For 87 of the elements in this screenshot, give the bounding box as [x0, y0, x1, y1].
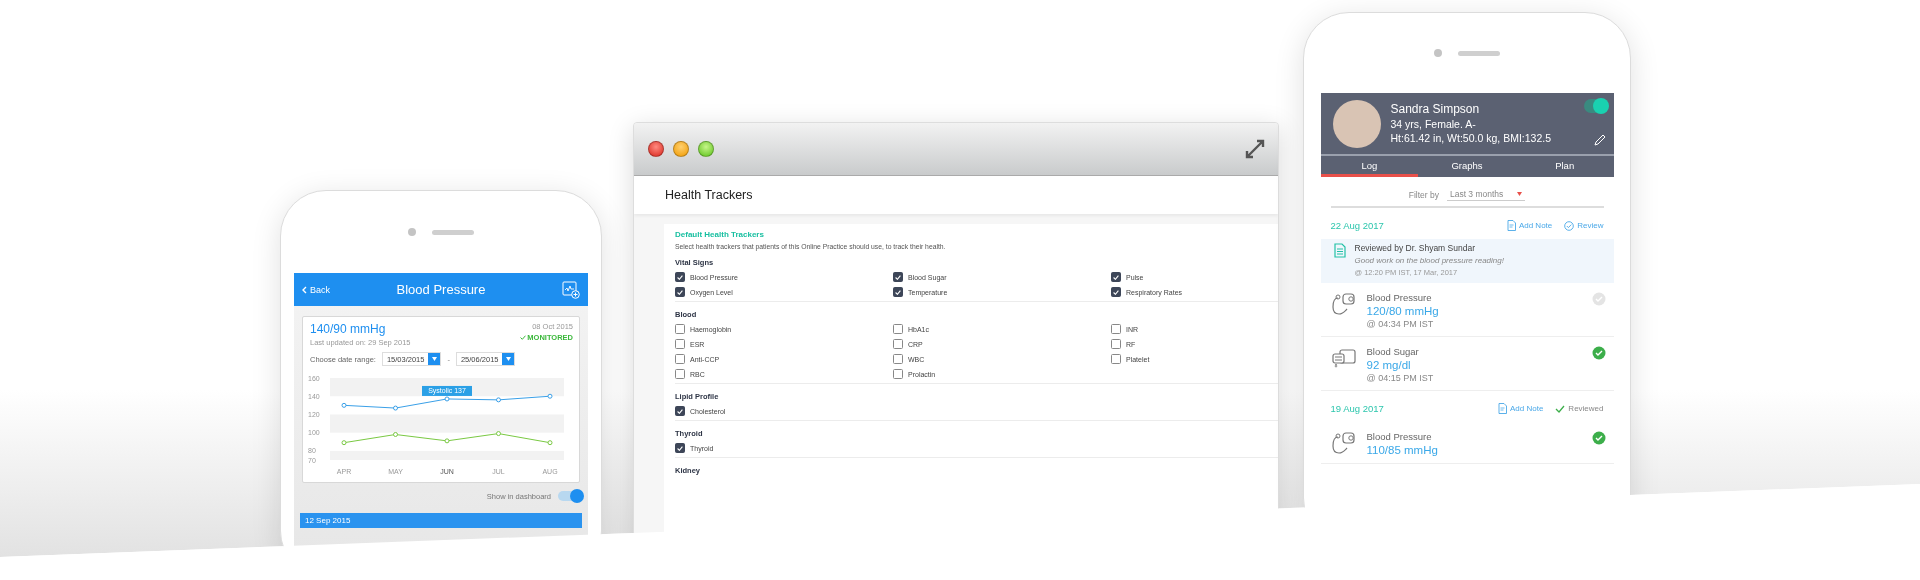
- toggle-switch[interactable]: [558, 491, 582, 501]
- checkbox[interactable]: [1111, 339, 1121, 349]
- filter-label: Filter by: [1408, 190, 1439, 200]
- blood-pressure-monitor-icon: [1330, 431, 1357, 455]
- reading-value: 110/85 mmHg: [1366, 444, 1439, 456]
- glucose-meter-icon: [1330, 346, 1357, 370]
- checkbox[interactable]: [893, 339, 903, 349]
- check-icon: [520, 335, 527, 340]
- chart-add-icon[interactable]: [562, 280, 580, 299]
- dropdown-button[interactable]: [428, 353, 441, 365]
- speaker: [432, 229, 474, 235]
- checkbox[interactable]: [893, 324, 903, 334]
- back-link[interactable]: Back: [302, 284, 362, 295]
- section-title: Default Health Trackers: [675, 230, 765, 239]
- checkbox[interactable]: [893, 287, 903, 297]
- reading-time: @ 04:34 PM IST: [1366, 319, 1435, 329]
- checkbox[interactable]: [893, 369, 903, 379]
- expand-icon[interactable]: [1244, 138, 1266, 160]
- patient-measures: Ht:61.42 in, Wt:50.0 kg, BMI:132.5: [1390, 132, 1551, 144]
- reading-name: Blood Pressure: [1366, 292, 1433, 303]
- reading-name: Blood Pressure: [1366, 431, 1433, 442]
- note-add-icon: [1506, 220, 1516, 231]
- reading-value: 92 mg/dl: [1366, 359, 1412, 371]
- minimize-button[interactable]: [673, 141, 689, 157]
- note-message: Good work on the blood pressure reading!: [1354, 256, 1504, 265]
- checkbox[interactable]: [893, 354, 903, 364]
- check-icon: [1555, 404, 1566, 413]
- data-point: [393, 432, 398, 437]
- page-title: Health Trackers: [665, 188, 753, 202]
- data-point: [496, 397, 501, 403]
- tab[interactable]: Log: [1320, 156, 1419, 177]
- tab[interactable]: Plan: [1515, 156, 1614, 177]
- checkbox[interactable]: [675, 287, 685, 297]
- checkbox[interactable]: [675, 369, 685, 379]
- data-point: [393, 405, 398, 411]
- close-button[interactable]: [648, 141, 664, 157]
- reading-value: 120/80 mmHg: [1366, 305, 1440, 317]
- check-circle-icon: [1564, 220, 1575, 231]
- day-date: 19 Aug 2017: [1330, 403, 1385, 414]
- checkbox[interactable]: [1111, 272, 1121, 282]
- note-author: Reviewed by Dr. Shyam Sundar: [1354, 243, 1476, 253]
- reading-name: Blood Sugar: [1366, 346, 1420, 357]
- checkbox[interactable]: [1111, 324, 1121, 334]
- reviewed-status[interactable]: Reviewed: [1555, 404, 1604, 413]
- zoom-button[interactable]: [698, 141, 714, 157]
- document-icon: [1333, 243, 1346, 258]
- pencil-icon[interactable]: [1593, 134, 1606, 146]
- camera: [408, 228, 416, 236]
- caret-icon: [431, 357, 437, 361]
- caret-icon: [506, 357, 511, 361]
- checkbox[interactable]: [675, 324, 685, 334]
- filter-dropdown[interactable]: Last 3 months: [1446, 189, 1526, 201]
- reading-row[interactable]: Blood Pressure 120/80 mmHg @ 04:34 PM IST: [1320, 283, 1614, 337]
- checkbox[interactable]: [893, 272, 903, 282]
- note-add-icon: [1498, 403, 1507, 414]
- avatar-placeholder: [1332, 100, 1381, 148]
- dropdown-button[interactable]: [502, 353, 515, 365]
- reading-row[interactable]: Blood Pressure 110/85 mmHg: [1320, 422, 1614, 464]
- patient-name: Sandra Simpson: [1390, 102, 1481, 116]
- day-date: 22 Aug 2017: [1330, 220, 1385, 231]
- checkbox[interactable]: [1111, 287, 1121, 297]
- toggle-switch[interactable]: [1583, 99, 1608, 113]
- data-point: [547, 393, 553, 399]
- blood-pressure-monitor-icon: [1330, 292, 1357, 316]
- tab[interactable]: Graphs: [1418, 156, 1516, 177]
- data-point: [496, 431, 501, 437]
- camera: [1434, 49, 1442, 57]
- patient-details: 34 yrs, Female. A-: [1390, 118, 1477, 130]
- checkbox[interactable]: [675, 443, 685, 453]
- data-point: [341, 440, 347, 446]
- data-point: [547, 440, 553, 446]
- data-point: [444, 396, 450, 402]
- caret-icon: [1517, 192, 1523, 196]
- checkbox[interactable]: [1111, 354, 1121, 364]
- checkbox[interactable]: [675, 339, 685, 349]
- checkbox[interactable]: [675, 354, 685, 364]
- screen-title: Blood Pressure: [395, 282, 487, 297]
- date-bar: 12 Sep 2015: [300, 513, 582, 528]
- data-point: [341, 402, 347, 408]
- data-point: [444, 438, 450, 444]
- checkbox[interactable]: [675, 406, 685, 416]
- back-chevron-icon: [302, 285, 307, 294]
- checkbox[interactable]: [675, 272, 685, 282]
- reading-row[interactable]: Blood Sugar 92 mg/dl @ 04:15 PM IST: [1320, 337, 1614, 391]
- reading-value: 140/90 mmHg: [310, 322, 386, 336]
- reading-time: @ 04:15 PM IST: [1366, 373, 1435, 383]
- speaker: [1458, 50, 1500, 56]
